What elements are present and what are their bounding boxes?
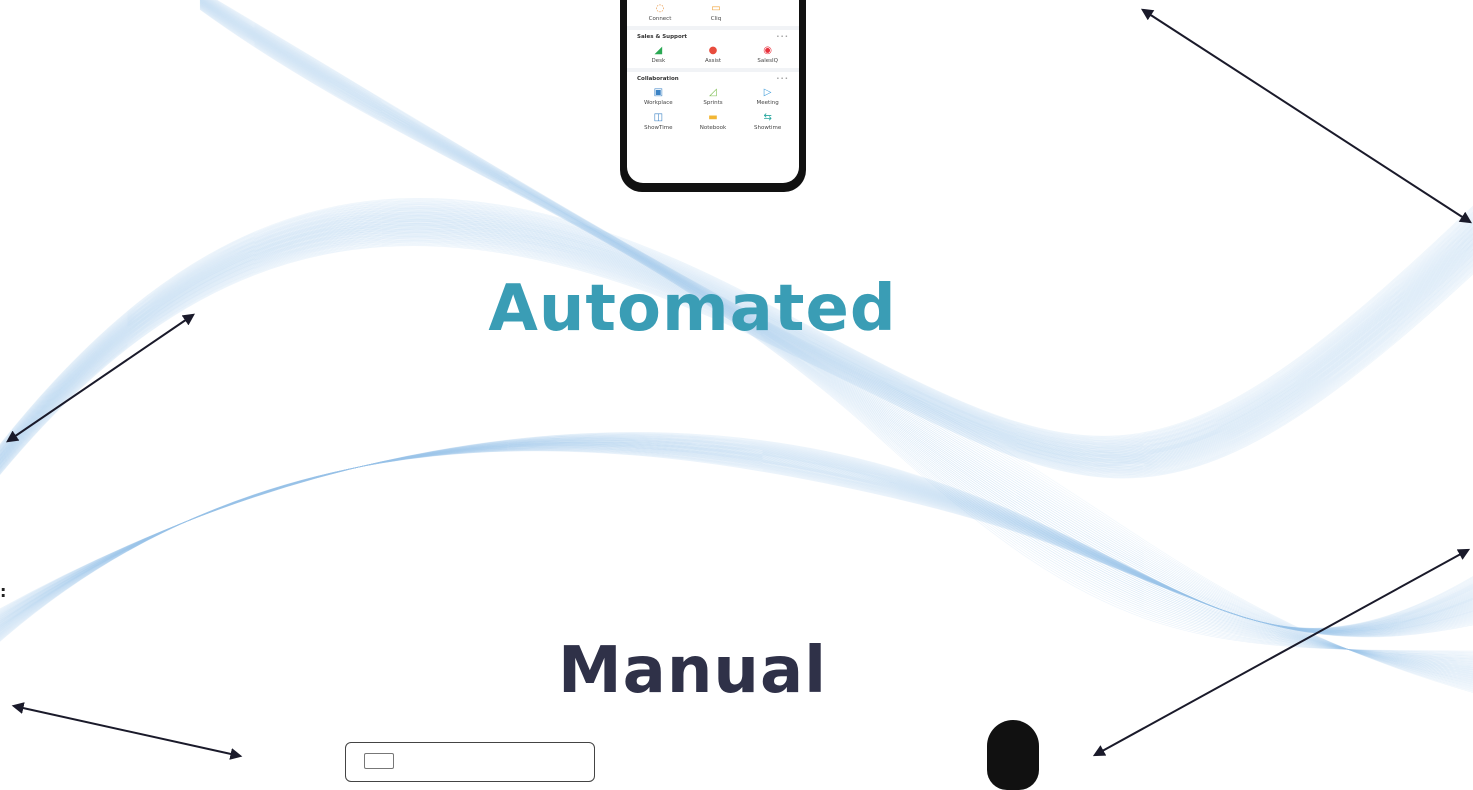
wave-line [0,445,1473,633]
automated-heading: Automated [488,272,897,346]
section-header-sales: Sales & Support ••• [627,30,799,42]
more-icon[interactable]: ••• [776,34,789,40]
app-notebook[interactable]: ▬ Notebook [688,111,738,132]
wave-line [0,449,1473,639]
wave-line [0,442,1473,632]
person-silhouette [987,720,1039,790]
app-label: SalesIQ [757,58,778,64]
showtime-icon: ◫ [653,112,664,123]
app-label: Showtime [754,125,782,131]
share-icon: ⇆ [763,112,772,123]
wave-line [0,446,1473,634]
app-label: ShowTime [644,125,673,131]
chat-icon: ◌ [655,3,665,14]
wave-line [0,448,1473,638]
wave-line [0,439,1473,631]
edge-mark: : [0,582,7,601]
desk-icon: ◢ [654,45,663,56]
section-header-collaboration: Collaboration ••• [627,72,799,84]
phone-mockup: ◌ Connect ▭ Cliq Sales & Support ••• ◢ D… [620,0,806,192]
app-label: Desk [651,58,666,64]
section-title: Sales & Support [637,34,688,40]
app-assist[interactable]: ● Assist [688,44,738,65]
wave-line [0,443,1473,633]
app-workplace[interactable]: ▣ Workplace [633,86,683,107]
wave-line [0,450,1473,642]
app-label: Cliq [710,16,722,22]
wave-line [0,450,1473,641]
wave-line [0,438,1473,631]
salesiq-icon: ◉ [763,45,772,56]
app-meeting[interactable]: ▷ Meeting [743,86,793,107]
sprints-icon: ◿ [709,87,717,98]
app-label: Meeting [756,100,779,106]
manual-heading: Manual [557,634,828,708]
app-label: Workplace [643,100,673,106]
top-apps-row: ◌ Connect ▭ Cliq [627,0,799,23]
notebook-icon: ▬ [708,112,718,123]
assist-icon: ● [708,45,718,56]
arrow-top-right [1140,8,1473,224]
section-title: Collaboration [637,76,679,82]
bottom-card [345,742,595,782]
collab-apps-row-2: ◫ ShowTime ▬ Notebook ⇆ Showtime [627,107,799,132]
wave-line [0,432,1473,629]
app-label: Notebook [699,125,727,131]
app-label: Sprints [703,100,723,106]
collab-apps-row-1: ▣ Workplace ◿ Sprints ▷ Meeting [627,84,799,107]
app-label: Connect [648,16,672,22]
app-connect[interactable]: ◌ Connect [635,2,685,23]
app-sprints[interactable]: ◿ Sprints [688,86,738,107]
wave-line [0,440,1473,631]
wave-line [0,447,1473,636]
app-salesiq[interactable]: ◉ SalesIQ [743,44,793,65]
app-share[interactable]: ⇆ Showtime [743,111,793,132]
sales-apps-row: ◢ Desk ● Assist ◉ SalesIQ [627,42,799,65]
window-icon [364,753,394,769]
arrow-bottom-left [11,702,243,760]
more-icon[interactable]: ••• [776,76,789,82]
app-label: Assist [704,58,721,64]
meeting-icon: ▷ [763,87,772,98]
phone-screen: ◌ Connect ▭ Cliq Sales & Support ••• ◢ D… [627,0,799,183]
app-cliq[interactable]: ▭ Cliq [691,2,741,23]
app-desk[interactable]: ◢ Desk [633,44,683,65]
workplace-icon: ▣ [653,87,664,98]
cliq-icon: ▭ [711,3,721,14]
app-showtime[interactable]: ◫ ShowTime [633,111,683,132]
